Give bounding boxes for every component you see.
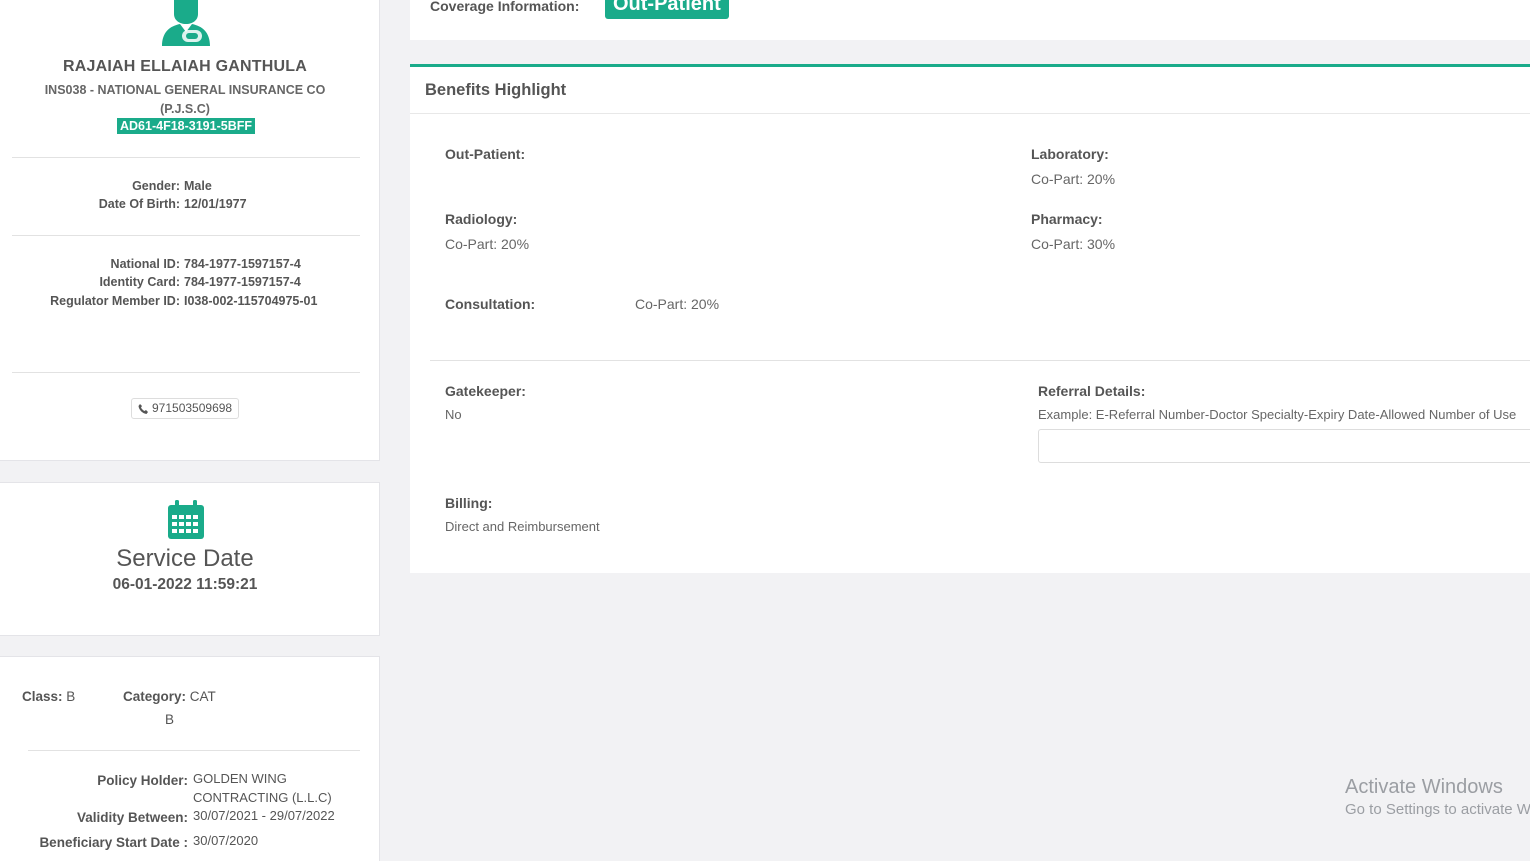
coverage-label: Coverage Information: bbox=[430, 0, 580, 14]
beneficiary-start-label: Beneficiary Start Date : bbox=[39, 835, 188, 850]
national-id-row: National ID: 784-1977-1597157-4 bbox=[0, 255, 301, 274]
activate-windows-subtitle: Go to Settings to activate Windows. bbox=[1345, 801, 1530, 818]
divider bbox=[410, 113, 1530, 114]
beneficiary-start-value: 30/07/2020 bbox=[193, 833, 259, 848]
policy-holder-label: Policy Holder: bbox=[97, 773, 188, 788]
phone-number: 971503509698 bbox=[152, 401, 233, 415]
category-value-line2: B bbox=[165, 712, 175, 727]
dob-value: 12/01/1977 bbox=[184, 197, 247, 211]
gender-value: Male bbox=[184, 179, 212, 193]
identity-card-row: Identity Card: 784-1977-1597157-4 bbox=[0, 273, 301, 292]
class-value: B bbox=[66, 689, 76, 704]
user-avatar-icon bbox=[162, 0, 210, 46]
coverage-badge: Out-Patient bbox=[605, 0, 729, 19]
patient-name: RAJAIAH ELLAIAH GANTHULA bbox=[63, 58, 307, 75]
validity-value: 30/07/2021 - 29/07/2022 bbox=[193, 808, 335, 823]
identity-card-value: 784-1977-1597157-4 bbox=[184, 275, 301, 289]
policy-card bbox=[0, 656, 380, 861]
dob-label: Date Of Birth: bbox=[98, 197, 180, 211]
outpatient-label: Out-Patient: bbox=[445, 146, 526, 162]
category-label: Category: bbox=[123, 689, 187, 704]
activate-windows-title: Activate Windows bbox=[1345, 776, 1503, 798]
billing-value: Direct and Reimbursement bbox=[445, 519, 600, 534]
benefits-title: Benefits Highlight bbox=[425, 81, 567, 99]
laboratory-label: Laboratory: bbox=[1031, 146, 1109, 162]
pharmacy-value: Co-Part: 30% bbox=[1031, 236, 1116, 252]
validity-label: Validity Between: bbox=[76, 810, 188, 825]
regulator-id-label: Regulator Member ID: bbox=[50, 294, 180, 308]
referral-details-input[interactable] bbox=[1038, 429, 1530, 463]
billing-label: Billing: bbox=[445, 495, 493, 511]
consultation-value: Co-Part: 20% bbox=[635, 296, 720, 312]
consultation-label: Consultation: bbox=[445, 296, 536, 312]
national-id-label: National ID: bbox=[110, 257, 180, 271]
divider bbox=[28, 750, 360, 751]
pharmacy-label: Pharmacy: bbox=[1031, 211, 1103, 227]
policy-holder-value-line2: CONTRACTING (L.L.C) bbox=[193, 790, 332, 805]
class-label: Class: bbox=[22, 689, 63, 704]
divider bbox=[12, 157, 360, 158]
gender-label: Gender: bbox=[132, 179, 180, 193]
national-id-value: 784-1977-1597157-4 bbox=[184, 257, 301, 271]
category-value: CAT bbox=[189, 689, 216, 704]
gatekeeper-value: No bbox=[445, 407, 462, 422]
benefits-panel bbox=[410, 64, 1530, 573]
divider bbox=[12, 235, 360, 236]
calendar-icon bbox=[168, 500, 204, 539]
radiology-value: Co-Part: 20% bbox=[445, 236, 530, 252]
gatekeeper-label: Gatekeeper: bbox=[445, 383, 526, 399]
service-date-value: 06-01-2022 11:59:21 bbox=[112, 576, 258, 593]
class-row: Class: B bbox=[22, 689, 75, 704]
dob-row: Date Of Birth: 12/01/1977 bbox=[0, 195, 247, 214]
phone-button[interactable]: 971503509698 bbox=[131, 398, 240, 419]
service-date-title: Service Date bbox=[116, 545, 254, 572]
laboratory-value: Co-Part: 20% bbox=[1031, 171, 1116, 187]
insurer-name: INS038 - NATIONAL GENERAL INSURANCE CO (… bbox=[44, 83, 326, 116]
member-code-highlight: AD61-4F18-3191-5BFF bbox=[117, 118, 255, 134]
referral-example: Example: E-Referral Number-Doctor Specia… bbox=[1038, 407, 1517, 422]
identity-card-label: Identity Card: bbox=[99, 275, 180, 289]
policy-holder-value: GOLDEN WING bbox=[193, 771, 287, 786]
gender-row: Gender: Male bbox=[0, 177, 212, 196]
regulator-id-value: I038-002-115704975-01 bbox=[184, 294, 318, 308]
phone-icon bbox=[138, 404, 148, 414]
referral-label: Referral Details: bbox=[1038, 383, 1146, 399]
divider bbox=[12, 372, 360, 373]
category-row: Category: CAT bbox=[123, 689, 216, 704]
divider bbox=[430, 360, 1530, 361]
regulator-id-row: Regulator Member ID: I038-002-115704975-0… bbox=[0, 292, 317, 311]
radiology-label: Radiology: bbox=[445, 211, 518, 227]
